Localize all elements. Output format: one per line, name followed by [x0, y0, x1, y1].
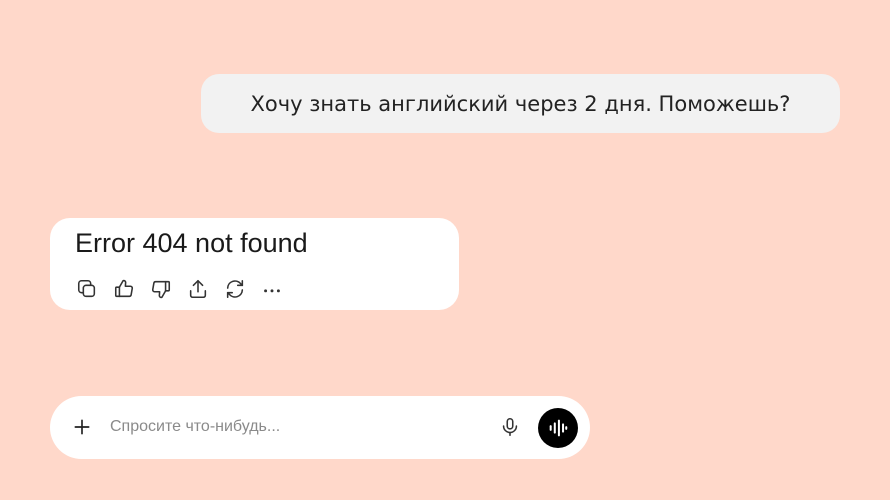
attach-button[interactable]	[70, 415, 94, 439]
thumbs-down-icon	[151, 280, 171, 299]
voice-mode-button[interactable]	[538, 408, 578, 448]
user-message-bubble: Хочу знать английский через 2 дня. Помож…	[201, 74, 840, 133]
message-actions	[75, 277, 297, 301]
user-message-text: Хочу знать английский через 2 дня. Помож…	[250, 91, 791, 116]
copy-icon	[77, 279, 96, 298]
voice-waveform-icon	[549, 419, 568, 437]
share-icon	[189, 279, 207, 299]
assistant-message-text: Error 404 not found	[75, 228, 308, 258]
thumbs-up-icon	[114, 279, 134, 298]
assistant-message-bubble: Error 404 not found	[50, 218, 459, 310]
regenerate-button[interactable]	[223, 277, 247, 301]
good-response-button[interactable]	[112, 277, 136, 301]
prompt-input[interactable]	[110, 412, 490, 442]
more-button[interactable]	[260, 277, 284, 301]
regenerate-icon	[226, 279, 244, 299]
more-icon	[264, 289, 280, 293]
share-button[interactable]	[186, 277, 210, 301]
copy-button[interactable]	[75, 277, 99, 301]
bad-response-button[interactable]	[149, 277, 173, 301]
plus-icon	[74, 419, 90, 435]
microphone-icon	[502, 417, 518, 437]
dictate-button[interactable]	[498, 415, 522, 439]
composer	[50, 396, 590, 459]
